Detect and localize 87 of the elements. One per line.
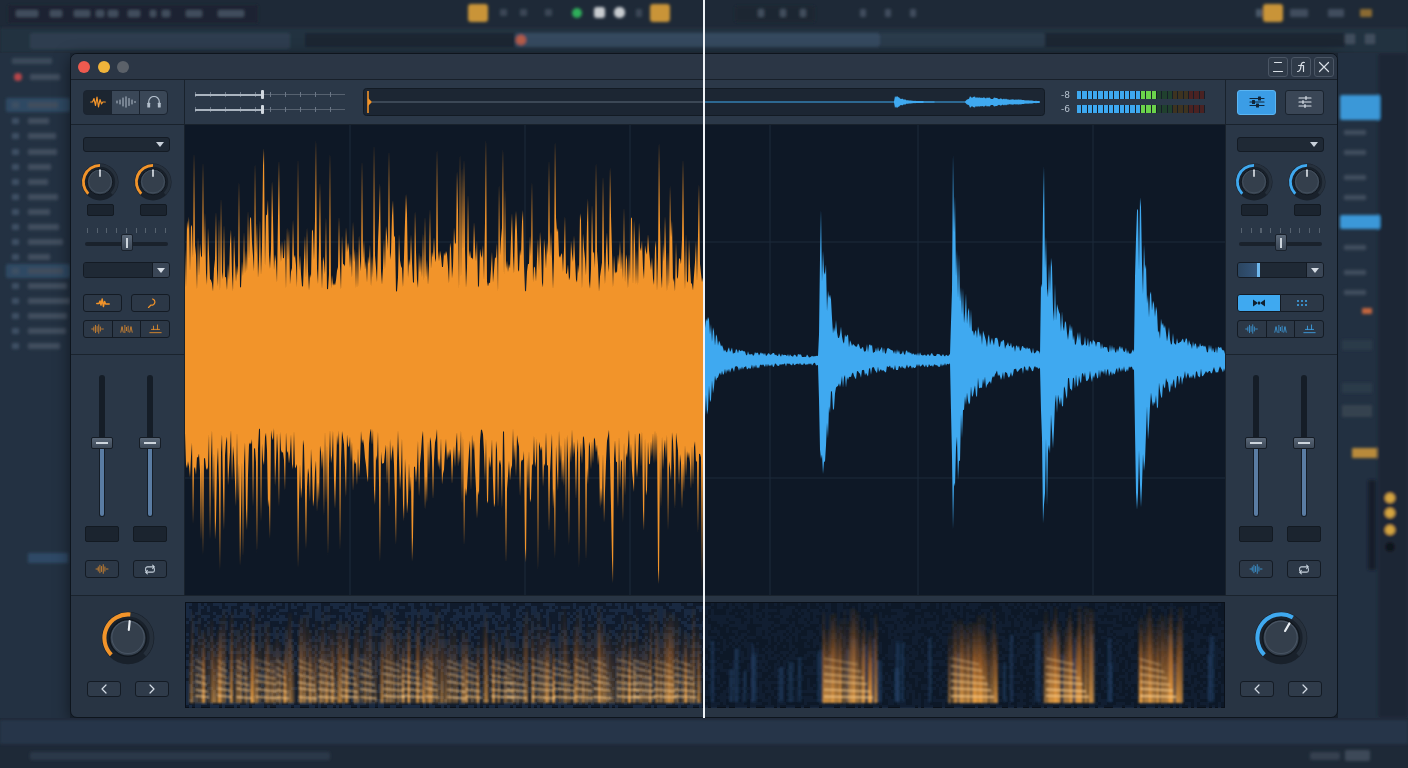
loop-icon <box>1297 563 1311 575</box>
fader[interactable] <box>91 375 113 517</box>
tool-button[interactable] <box>1265 320 1296 338</box>
double-line-icon <box>1272 60 1284 73</box>
overview-strip[interactable] <box>363 88 1045 116</box>
fader[interactable] <box>139 375 161 517</box>
close-button[interactable] <box>1314 56 1334 77</box>
tool-button[interactable] <box>83 320 113 338</box>
zigzag-waveform-icon <box>120 324 133 334</box>
close-icon <box>1318 60 1330 73</box>
knob[interactable] <box>81 163 119 201</box>
dropdown[interactable] <box>1237 262 1324 278</box>
toggle-button[interactable] <box>83 294 122 312</box>
knob[interactable] <box>1288 163 1326 201</box>
slider-thumb[interactable] <box>1274 234 1287 251</box>
fader-thumb[interactable] <box>1245 437 1267 450</box>
toggle-button[interactable] <box>1280 294 1324 312</box>
display-mode-button[interactable] <box>1285 89 1324 115</box>
tool-button[interactable] <box>1287 560 1321 578</box>
toggle-button[interactable] <box>131 294 170 312</box>
slider-thumb[interactable] <box>120 234 133 251</box>
slider[interactable] <box>85 225 168 251</box>
short-waveform-icon <box>95 564 109 574</box>
playhead-marker[interactable] <box>367 90 372 114</box>
view-tab[interactable] <box>111 89 140 115</box>
value-field[interactable] <box>139 204 167 216</box>
display-mode-button[interactable] <box>1237 89 1276 115</box>
value-field[interactable] <box>86 204 114 216</box>
value-field[interactable] <box>1287 526 1321 542</box>
fader-thumb[interactable] <box>1293 437 1315 450</box>
view-tab[interactable] <box>139 89 168 115</box>
meter-label: -8 <box>1061 90 1070 100</box>
tool-button[interactable] <box>1237 320 1267 338</box>
short-waveform-icon <box>91 324 105 334</box>
tool-button[interactable] <box>1239 560 1273 578</box>
value-field[interactable] <box>1293 204 1321 216</box>
next-button[interactable] <box>135 681 169 697</box>
caret-icon <box>156 142 164 147</box>
bars-on-line-icon <box>148 324 162 334</box>
curve-icon <box>1295 60 1307 73</box>
fader-thumb[interactable] <box>139 437 161 450</box>
minimize-button[interactable] <box>97 60 110 73</box>
tool-button[interactable] <box>1294 320 1324 338</box>
window-button[interactable] <box>1268 56 1288 77</box>
tool-button[interactable] <box>111 320 142 338</box>
sliders-icon <box>1248 96 1265 108</box>
tool-button[interactable] <box>140 320 170 338</box>
knob[interactable] <box>101 611 155 665</box>
short-waveform-icon <box>1249 564 1263 574</box>
waveform-icon <box>115 96 136 108</box>
fader-thumb[interactable] <box>91 437 113 450</box>
fader[interactable] <box>1293 375 1315 517</box>
view-tab[interactable] <box>83 89 112 115</box>
value-field[interactable] <box>85 526 119 542</box>
chevron-right-icon <box>1302 684 1308 694</box>
previous-button[interactable] <box>1240 681 1274 697</box>
knob[interactable] <box>1235 163 1273 201</box>
value-field[interactable] <box>1240 204 1268 216</box>
previous-button[interactable] <box>87 681 121 697</box>
chevron-left-icon <box>1254 684 1260 694</box>
lines-icon <box>1296 96 1313 108</box>
tool-button[interactable] <box>85 560 119 578</box>
loop-icon <box>143 563 157 575</box>
headphones-icon <box>145 96 162 108</box>
caret-icon <box>157 267 165 273</box>
chevron-right-icon <box>149 684 155 694</box>
tool-button[interactable] <box>133 560 167 578</box>
next-button[interactable] <box>1288 681 1322 697</box>
spike-waveform-icon <box>95 298 110 308</box>
chevron-left-icon <box>101 684 107 694</box>
caret-icon <box>1311 267 1319 273</box>
window-button[interactable] <box>1291 56 1311 77</box>
pulse-waveform-icon <box>89 96 106 108</box>
value-field[interactable] <box>133 526 167 542</box>
zigzag-waveform-icon <box>1274 324 1287 334</box>
bars-on-line-icon <box>1302 324 1316 334</box>
dots-grid-icon <box>1295 298 1309 308</box>
short-waveform-icon <box>1245 324 1259 334</box>
knob[interactable] <box>1254 611 1308 665</box>
knob[interactable] <box>134 163 172 201</box>
caret-icon <box>1310 142 1318 147</box>
toggle-button[interactable] <box>1237 294 1281 312</box>
meter-label: -6 <box>1061 104 1070 114</box>
fader[interactable] <box>1245 375 1267 517</box>
slider[interactable] <box>1239 225 1322 251</box>
bowtie-icon <box>1252 298 1266 308</box>
value-field[interactable] <box>1239 526 1273 542</box>
